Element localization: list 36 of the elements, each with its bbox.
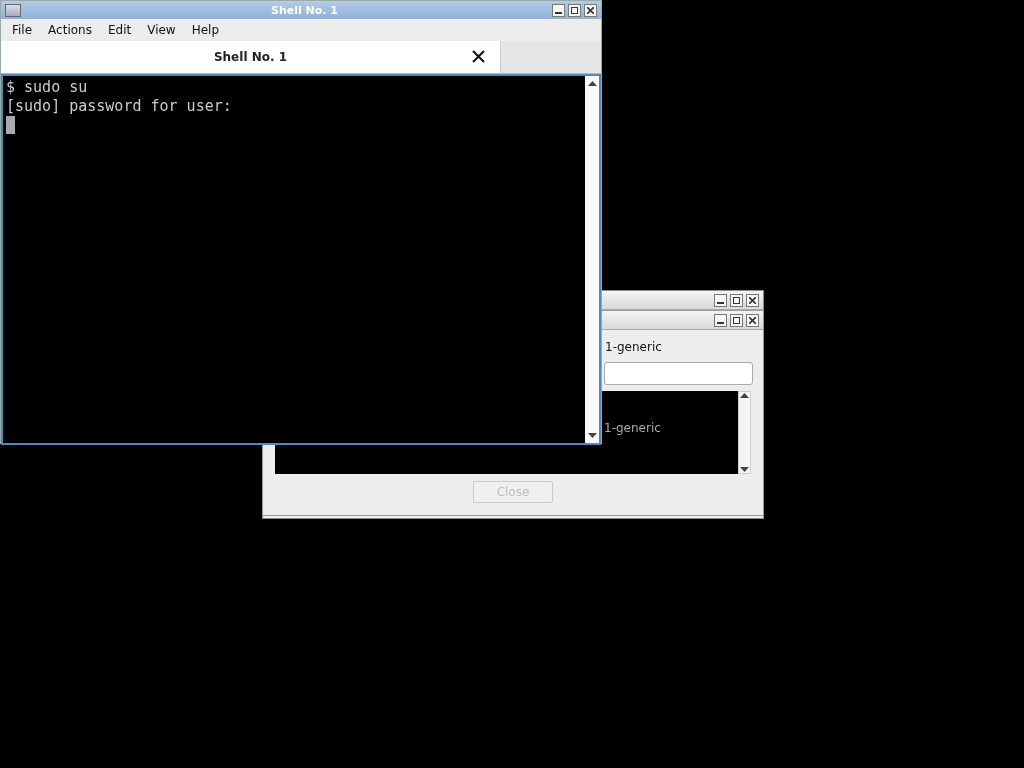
terminal-line: [sudo] password for user: [6, 97, 233, 116]
menu-item[interactable]: File [4, 23, 41, 37]
input-field[interactable] [604, 362, 753, 385]
status-label: 1-generic [605, 340, 662, 354]
scroll-down-icon[interactable] [740, 466, 749, 473]
menu-item[interactable]: Help [183, 23, 228, 37]
maximize-icon [733, 316, 740, 324]
window-title: Shell No. 1 [271, 3, 338, 17]
minimize-button[interactable] [714, 293, 727, 307]
log-line: 1-generic [604, 421, 661, 435]
close-button[interactable] [584, 3, 597, 17]
terminal-screen[interactable]: $ sudo su [sudo] password for user: [1, 74, 601, 445]
close-icon [749, 296, 756, 304]
maximize-button[interactable] [730, 313, 743, 327]
scroll-up-icon[interactable] [740, 392, 749, 399]
menu-item[interactable]: View [139, 23, 184, 37]
scrollbar[interactable] [738, 391, 751, 474]
maximize-button[interactable] [568, 3, 581, 17]
maximize-icon [571, 6, 578, 14]
terminal-line: $ sudo su [6, 78, 89, 97]
close-icon[interactable] [472, 50, 485, 63]
close-button[interactable] [746, 313, 759, 327]
scroll-down-icon[interactable] [587, 432, 597, 439]
window-icon [5, 3, 21, 17]
minimize-button[interactable] [714, 313, 727, 327]
close-icon [587, 6, 594, 14]
terminal-tab[interactable]: Shell No. 1 [1, 41, 501, 73]
maximize-button[interactable] [730, 293, 743, 307]
minimize-button[interactable] [552, 3, 565, 17]
menu-item[interactable]: Edit [99, 23, 140, 37]
maximize-icon [733, 296, 740, 304]
scrollbar[interactable] [585, 76, 599, 443]
close-icon [749, 316, 756, 324]
close-button[interactable] [746, 293, 759, 307]
menu-item[interactable]: Actions [40, 23, 100, 37]
scroll-up-icon[interactable] [587, 80, 597, 87]
